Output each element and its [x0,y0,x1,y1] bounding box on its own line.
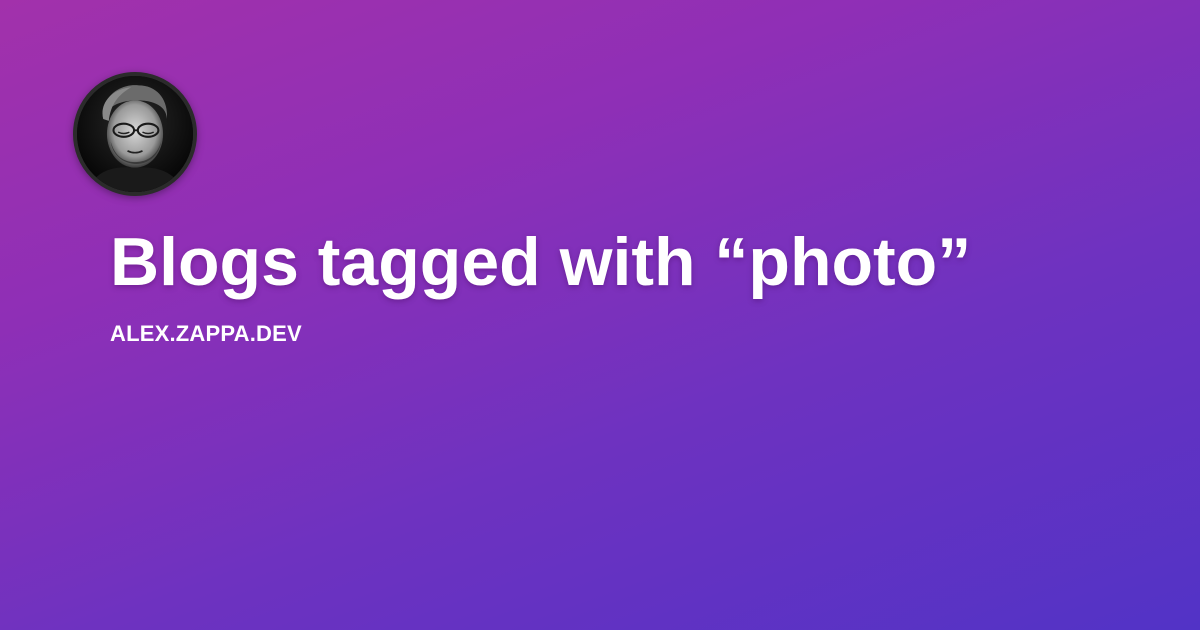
site-name: ALEX.ZAPPA.DEV [110,321,302,346]
author-portrait-icon [77,76,193,192]
og-card: Blogs tagged with “photo” ALEX.ZAPPA.DEV [0,0,1200,630]
page-title: Blogs tagged with “photo” [110,224,972,300]
author-avatar [73,72,197,196]
